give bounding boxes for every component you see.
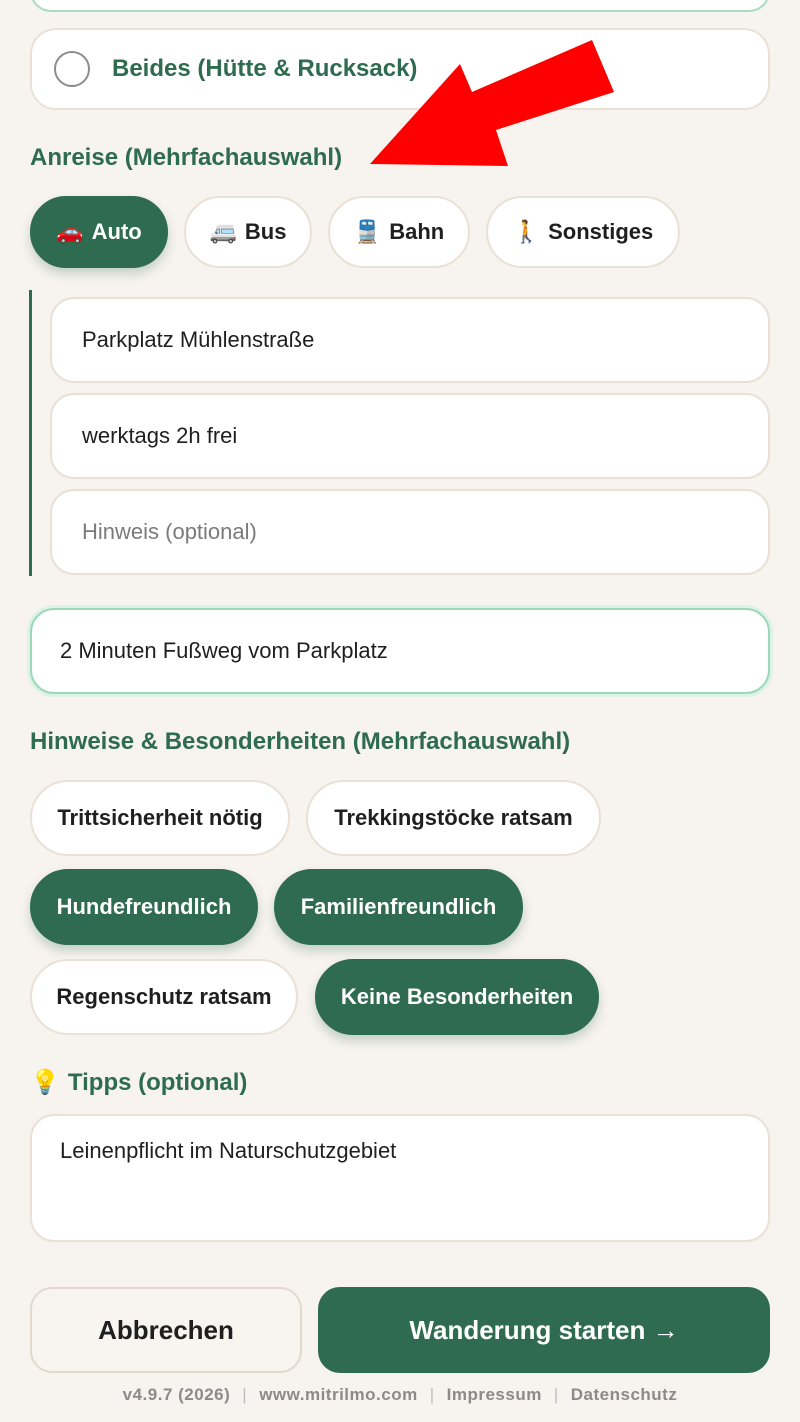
- tipps-title-text: Tipps (optional): [67, 1068, 248, 1096]
- chip-hinweis-trittsicherheit[interactable]: Trittsicherheit nötig: [30, 780, 290, 856]
- chip-anreise-bus[interactable]: 🚐 Bus: [184, 196, 312, 268]
- radio-button[interactable]: [54, 51, 90, 87]
- chip-anreise-sonstiges[interactable]: 🚶 Sonstiges: [486, 196, 680, 268]
- impressum-link[interactable]: Impressum: [447, 1385, 542, 1405]
- chip-label: Sonstiges: [548, 219, 654, 244]
- chip-hinweis-hundefreundlich[interactable]: Hundefreundlich: [30, 869, 258, 945]
- hinweise-section-title: Hinweise & Besonderheiten (Mehrfachauswa…: [30, 728, 571, 755]
- chip-hinweis-regenschutz[interactable]: Regenschutz ratsam: [30, 959, 298, 1035]
- footer-separator: |: [429, 1385, 435, 1404]
- walking-person-icon: 🚶: [512, 219, 541, 244]
- previous-option-card[interactable]: [30, 0, 770, 12]
- version-label: v4.9.7 (2026): [122, 1385, 231, 1404]
- annotation-arrow-icon: [370, 40, 614, 166]
- chip-label: Bus: [244, 219, 287, 244]
- website-link[interactable]: www.mitrilmo.com: [259, 1385, 418, 1405]
- lightbulb-icon: 💡: [30, 1069, 60, 1096]
- train-icon: 🚆: [353, 219, 382, 244]
- chip-anreise-bahn[interactable]: 🚆 Bahn: [328, 196, 470, 268]
- chip-anreise-auto[interactable]: 🚗 Auto: [30, 196, 168, 268]
- car-icon: 🚗: [56, 219, 84, 244]
- parking-cost-input[interactable]: werktags 2h frei: [50, 393, 770, 479]
- auto-details-indicator: [29, 290, 32, 576]
- footer-separator: |: [242, 1385, 248, 1404]
- cancel-button[interactable]: Abbrechen: [30, 1287, 302, 1373]
- chip-label: Auto: [91, 219, 142, 244]
- parking-note-input[interactable]: Hinweis (optional): [50, 489, 770, 575]
- walk-distance-input[interactable]: 2 Minuten Fußweg vom Parkplatz: [30, 608, 770, 694]
- tipps-section-title: 💡 Tipps (optional): [30, 1068, 247, 1097]
- footer: v4.9.7 (2026) | www.mitrilmo.com | Impre…: [0, 1382, 800, 1408]
- chip-hinweis-trekkingstoecke[interactable]: Trekkingstöcke ratsam: [306, 780, 601, 856]
- footer-separator: |: [553, 1385, 559, 1404]
- bus-icon: 🚐: [209, 219, 237, 244]
- chip-hinweis-familienfreundlich[interactable]: Familienfreundlich: [274, 869, 523, 945]
- datenschutz-link[interactable]: Datenschutz: [571, 1385, 678, 1405]
- parking-name-input[interactable]: Parkplatz Mühlenstraße: [50, 297, 770, 383]
- chip-hinweis-keine-besonderheiten[interactable]: Keine Besonderheiten: [315, 959, 599, 1035]
- chip-label: Bahn: [389, 219, 445, 244]
- anreise-section-title: Anreise (Mehrfachauswahl): [30, 144, 343, 171]
- start-hike-button[interactable]: Wanderung starten →: [318, 1287, 770, 1373]
- tipps-textarea[interactable]: Leinenpflicht im Naturschutzgebiet: [30, 1114, 770, 1242]
